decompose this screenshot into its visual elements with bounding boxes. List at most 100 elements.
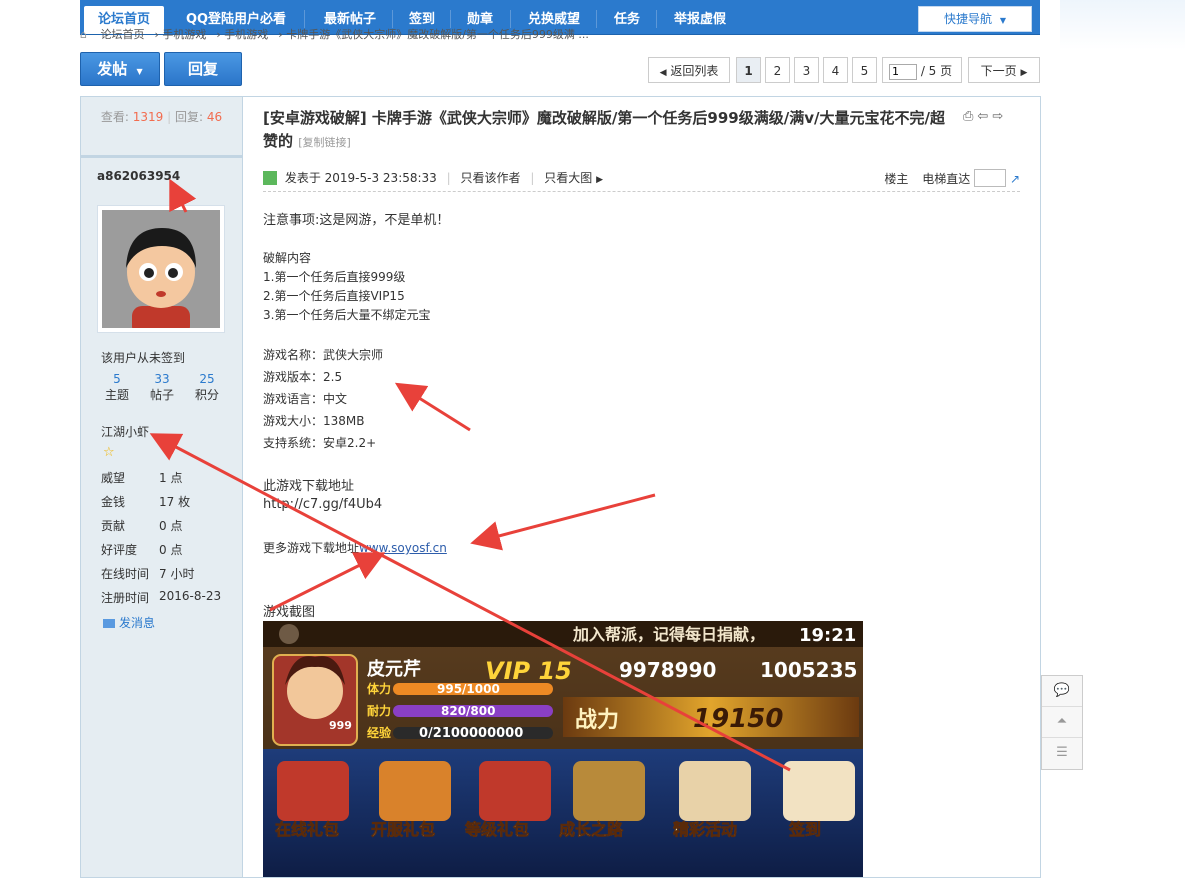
new-post-label: 发帖 [97, 60, 128, 78]
info-value: 0 点 [159, 519, 183, 533]
chevron-down-icon: ▼ [999, 16, 1006, 25]
game-button-events: 精彩活动 [673, 820, 737, 839]
more-games-link[interactable]: www.soyosf.cn [359, 541, 447, 555]
reply-button[interactable]: 回复 [164, 52, 242, 86]
breadcrumb-item[interactable]: 论坛首页 [100, 28, 144, 41]
list-icon[interactable]: ☰ [1042, 738, 1082, 768]
info-value: 7 小时 [159, 567, 195, 581]
stat-posts[interactable]: 33 帖子 [142, 372, 182, 403]
game-exp-label: 经验 [367, 725, 392, 740]
avatar[interactable] [97, 205, 225, 333]
page-link[interactable]: 2 [765, 57, 790, 83]
send-message-link[interactable]: 发消息 [103, 614, 155, 631]
game-screenshot-art: 加入帮派，记得每日捐献， 19:21 皮元芹 VIP 15 9978990 10… [263, 621, 863, 877]
info-key: 注册时间 [101, 591, 150, 605]
views-count: 1319 [132, 110, 164, 124]
post-title-text: [安卓游戏破解] 卡牌手游《武侠大宗师》魔改破解版/第一个任务后999级满级/满… [263, 109, 945, 150]
quick-nav-button[interactable]: 快捷导航 ▼ [918, 6, 1032, 32]
info-key: 在线时间 [101, 567, 150, 581]
info-key: 贡献 [101, 519, 126, 533]
next-page-button[interactable]: 下一页 ▶ [968, 57, 1040, 83]
info-value: 17 枚 [159, 495, 191, 509]
copy-link[interactable]: [复制链接] [298, 136, 351, 149]
game-exp: 0/2100000000 [419, 726, 523, 741]
page-jump-input[interactable] [889, 63, 917, 80]
back-to-list-button[interactable]: ◀ 返回列表 [648, 57, 730, 83]
send-message-label: 发消息 [119, 616, 156, 630]
game-hp: 995/1000 [437, 682, 500, 696]
next-thread-icon[interactable]: ⇨ [992, 109, 1007, 124]
game-mp-label: 耐力 [367, 703, 391, 718]
more-games-prefix: 更多游戏下载地址 [263, 541, 360, 555]
game-vip: VIP 15 [485, 657, 572, 685]
new-post-button[interactable]: 发帖 ▼ [80, 52, 160, 86]
stat-label: 帖子 [149, 388, 174, 402]
floor-label: 楼主 [884, 172, 909, 186]
only-big-image-link[interactable]: 只看大图 [544, 171, 592, 185]
top-right-bg [1060, 0, 1185, 50]
game-silver: 9978990 [619, 658, 716, 682]
page-link[interactable]: 5 [852, 57, 877, 83]
game-screenshot[interactable]: 加入帮派，记得每日捐献， 19:21 皮元芹 VIP 15 9978990 10… [263, 621, 863, 877]
replies-count: 46 [206, 110, 223, 124]
post-line: 注意事项:这是网游，不是单机！ [263, 213, 450, 228]
breadcrumb-item[interactable]: 手机游戏 [162, 28, 206, 41]
online-icon [263, 171, 277, 185]
game-hp-label: 体力 [367, 681, 391, 696]
floor-jump-input[interactable] [974, 169, 1007, 187]
post-line: 此游戏下载地址 [263, 479, 355, 494]
page-jump: / 5 页 [882, 57, 962, 83]
post-line: 3.第一个任务后大量不绑定元宝 [263, 308, 431, 322]
game-banner-text: 加入帮派，记得每日捐献， [572, 625, 765, 644]
post-line: 游戏大小：138MB [263, 414, 365, 428]
post-line: 游戏语言：中文 [263, 392, 348, 406]
avatar-image [102, 210, 220, 328]
post-line: 游戏名称：武侠大宗师 [263, 348, 384, 362]
view-reply-stats: 查看: 1319 | 回复: 46 [81, 97, 242, 158]
game-button-server-gift: 开服礼包 [371, 820, 435, 839]
post-meta: 发表于 2019-5-3 23:58:33 | 只看该作者 | 只看大图 ▶ 楼… [263, 169, 1020, 192]
game-level: 999 [329, 719, 352, 732]
stat-value: 5 [113, 372, 121, 386]
stat-value: 25 [199, 372, 215, 386]
next-page-label: 下一页 [980, 64, 1017, 78]
game-time: 19:21 [799, 625, 856, 646]
info-key: 威望 [101, 471, 126, 485]
page-link-current[interactable]: 1 [736, 57, 761, 83]
download-url[interactable]: http://c7.gg/f4Ub4 [263, 497, 382, 512]
only-author-link[interactable]: 只看该作者 [461, 171, 521, 185]
author-username[interactable]: a862063954 [97, 169, 180, 183]
avatar-illustration [102, 210, 220, 328]
elevator-label: 电梯直达 [922, 172, 971, 186]
back-to-top-icon[interactable]: ⏶ [1042, 707, 1082, 738]
title-tools: ⎙⇦⇨ [963, 109, 1007, 124]
info-key: 金钱 [101, 495, 126, 509]
comment-icon[interactable]: 💬 [1042, 676, 1082, 707]
stat-label: 主题 [104, 388, 129, 402]
info-value: 2016-8-23 [159, 589, 222, 603]
mail-icon [103, 619, 115, 628]
breadcrumb-current: 卡牌手游《武侠大宗师》魔改破解版/第一个任务后999级满 ... [286, 28, 589, 41]
game-button-online-gift: 在线礼包 [275, 820, 339, 839]
post-line: 支持系统：安卓2.2+ [263, 436, 377, 450]
chevron-right-icon: ▶ [1020, 68, 1028, 78]
user-rank[interactable]: 江湖小虾 [101, 423, 149, 440]
print-icon[interactable]: ⎙ [963, 109, 977, 124]
floor-tools: 楼主 电梯直达 ↗ [884, 169, 1020, 188]
post-line: 1.第一个任务后直接999级 [263, 270, 406, 284]
info-value: 0 点 [159, 543, 183, 557]
post-container: 查看: 1319 | 回复: 46 a862063954 该用户从未签到 5 主… [80, 96, 1041, 878]
page-link[interactable]: 4 [823, 57, 848, 83]
home-icon[interactable]: ⌂ [80, 28, 87, 41]
prev-thread-icon[interactable]: ⇦ [977, 109, 992, 124]
page-link[interactable]: 3 [794, 57, 819, 83]
breadcrumb-item[interactable]: 手机游戏 [224, 28, 268, 41]
stat-points[interactable]: 25 积分 [187, 372, 227, 403]
chevron-left-icon: ◀ [659, 68, 667, 78]
game-button-growth: 成长之路 [559, 820, 624, 839]
info-key: 好评度 [101, 543, 138, 557]
views-label: 查看: [100, 110, 129, 124]
stat-threads[interactable]: 5 主题 [97, 372, 137, 403]
stat-label: 积分 [194, 388, 219, 402]
jump-icon[interactable]: ↗ [1010, 172, 1020, 186]
